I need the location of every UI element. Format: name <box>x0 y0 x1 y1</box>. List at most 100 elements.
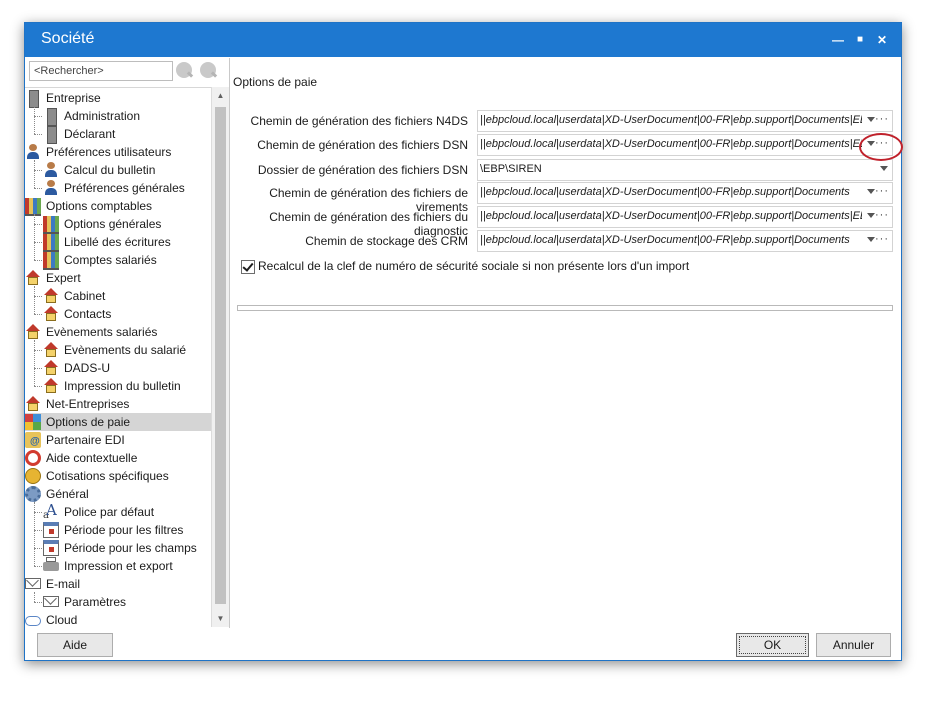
printer-icon <box>43 557 59 571</box>
tree-item[interactable]: Cotisations spécifiques <box>25 467 211 485</box>
recalcul-checkbox[interactable] <box>241 260 255 274</box>
tree-item-label: Net-Entreprises <box>46 397 130 411</box>
cancel-button[interactable]: Annuler <box>816 633 891 657</box>
path-field[interactable]: ||ebpcloud.local|userdata|XD-UserDocumen… <box>477 230 893 252</box>
path-field[interactable]: ||ebpcloud.local|userdata|XD-UserDocumen… <box>477 134 893 156</box>
path-field[interactable]: ||ebpcloud.local|userdata|XD-UserDocumen… <box>477 182 893 204</box>
tree-item[interactable]: Aide contextuelle <box>25 449 211 467</box>
scroll-down-icon[interactable]: ▼ <box>212 610 229 627</box>
tree-item[interactable]: Evènements du salarié <box>43 341 211 359</box>
field-label: Chemin de génération des fichiers N4DS <box>250 114 468 128</box>
tree-item[interactable]: Police par défaut <box>43 501 211 525</box>
tree-scrollbar[interactable]: ▲ ▼ <box>211 87 229 627</box>
browse-ellipsis-button[interactable]: ··· <box>875 113 889 125</box>
dropdown-arrow-icon[interactable] <box>867 213 875 218</box>
tree-item[interactable]: Impression du bulletin <box>43 377 211 395</box>
dropdown-arrow-icon[interactable] <box>867 189 875 194</box>
tree-item[interactable]: Administration <box>43 107 211 126</box>
books-icon <box>25 198 41 216</box>
navigation-panel: <Rechercher> Entreprise Administration Déc… <box>25 58 230 628</box>
tree-item[interactable]: Options de paie <box>25 413 211 431</box>
dropdown-arrow-icon[interactable] <box>880 166 888 171</box>
minimize-icon[interactable]: — <box>827 32 849 48</box>
tree-item[interactable]: Options générales <box>43 215 211 234</box>
path-field-value: ||ebpcloud.local|userdata|XD-UserDocumen… <box>480 210 862 222</box>
field-label: Dossier de génération des fichiers DSN <box>257 163 468 177</box>
tree-item-label: Déclarant <box>64 127 116 141</box>
tree-item[interactable]: Préférences utilisateurs <box>25 143 211 161</box>
tree-item-label: Evènements du salarié <box>64 343 187 357</box>
tree-item-label: Contacts <box>64 307 112 321</box>
tree-item[interactable]: Comptes salariés <box>43 251 211 270</box>
tree-item[interactable]: Entreprise <box>25 89 211 108</box>
tree-item[interactable]: Impression et export <box>43 557 211 575</box>
tree-item[interactable]: Période pour les filtres <box>43 521 211 539</box>
title-bar[interactable]: Société — ■ ✕ <box>25 23 901 57</box>
browse-ellipsis-button[interactable]: ··· <box>875 233 889 245</box>
tree-item[interactable]: Expert <box>25 269 211 287</box>
gear-icon <box>25 486 41 502</box>
tree-item-label: Options de paie <box>46 415 131 429</box>
browse-ellipsis-button[interactable]: ··· <box>875 209 889 221</box>
path-field-value: ||ebpcloud.local|userdata|XD-UserDocumen… <box>480 234 850 246</box>
tree-item-label: Libellé des écritures <box>64 235 171 249</box>
browse-ellipsis-button[interactable]: ··· <box>875 185 889 197</box>
tree-item-label: Cabinet <box>64 289 106 303</box>
house-icon <box>43 306 59 322</box>
search-input[interactable]: <Rechercher> <box>29 61 173 81</box>
folder-at-icon <box>25 432 41 451</box>
tree-item[interactable]: Période pour les champs <box>43 539 211 557</box>
tree-item[interactable]: DADS-U <box>43 359 211 377</box>
tree-item[interactable]: Contacts <box>43 305 211 323</box>
tree-item-label: Administration <box>64 109 141 123</box>
tree-item[interactable]: Libellé des écritures <box>43 233 211 252</box>
user-icon <box>25 144 41 160</box>
calendar-icon <box>43 522 59 538</box>
user-icon <box>43 180 59 196</box>
path-field-value: ||ebpcloud.local|userdata|XD-UserDocumen… <box>480 114 862 126</box>
scroll-up-icon[interactable]: ▲ <box>212 87 229 104</box>
search-next-icon[interactable] <box>200 62 216 78</box>
building-icon <box>47 108 57 126</box>
tree-item[interactable]: Evènements salariés <box>25 323 211 341</box>
tree-item-label: Partenaire EDI <box>46 433 125 447</box>
tree-item[interactable]: Net-Entreprises <box>25 395 211 413</box>
dropdown-arrow-icon[interactable] <box>867 117 875 122</box>
search-icon[interactable] <box>176 62 192 78</box>
tree-item-label: Evènements salariés <box>46 325 158 339</box>
tree-item[interactable]: Cabinet <box>43 287 211 305</box>
path-field[interactable]: ||ebpcloud.local|userdata|XD-UserDocumen… <box>477 206 893 228</box>
path-field[interactable]: \EBP\SIREN <box>477 159 893 181</box>
tree-item[interactable]: Calcul du bulletin <box>43 161 211 179</box>
close-icon[interactable]: ✕ <box>871 32 893 48</box>
tree-item[interactable]: Options comptables <box>25 197 211 216</box>
ok-button[interactable]: OK <box>736 633 809 657</box>
mail-icon <box>43 596 59 607</box>
house-icon <box>25 324 41 340</box>
tree-item[interactable]: Partenaire EDI <box>25 431 211 451</box>
highlight-circle <box>859 133 903 161</box>
societe-dialog: Société — ■ ✕ <Rechercher> Entreprise Adm… <box>24 22 903 661</box>
tree-item[interactable]: Déclarant <box>43 125 211 144</box>
field-label: Chemin de stockage des CRM <box>305 234 468 248</box>
house-icon <box>25 270 41 286</box>
separator <box>237 305 893 311</box>
tree-item[interactable]: Paramètres <box>43 593 211 611</box>
maximize-icon[interactable]: ■ <box>849 32 871 48</box>
tree-item-label: Cloud <box>46 613 78 627</box>
books-icon <box>43 234 59 252</box>
scroll-thumb[interactable] <box>215 107 226 604</box>
books-icon <box>43 252 59 270</box>
tree-item[interactable]: E-mail <box>25 575 211 593</box>
options-tree: Entreprise Administration Déclarant Préfére… <box>25 87 211 628</box>
dropdown-arrow-icon[interactable] <box>867 237 875 242</box>
tree-item-label: Impression du bulletin <box>64 379 181 393</box>
tree-item[interactable]: Cloud <box>25 611 211 629</box>
lifebuoy-icon <box>25 450 41 466</box>
help-button[interactable]: Aide <box>37 633 113 657</box>
tree-item-label: Paramètres <box>64 595 127 609</box>
field-label: Chemin de génération des fichiers DSN <box>257 138 468 152</box>
path-field[interactable]: ||ebpcloud.local|userdata|XD-UserDocumen… <box>477 110 893 132</box>
tree-item-label: Entreprise <box>46 91 101 105</box>
tree-item[interactable]: Préférences générales <box>43 179 211 197</box>
